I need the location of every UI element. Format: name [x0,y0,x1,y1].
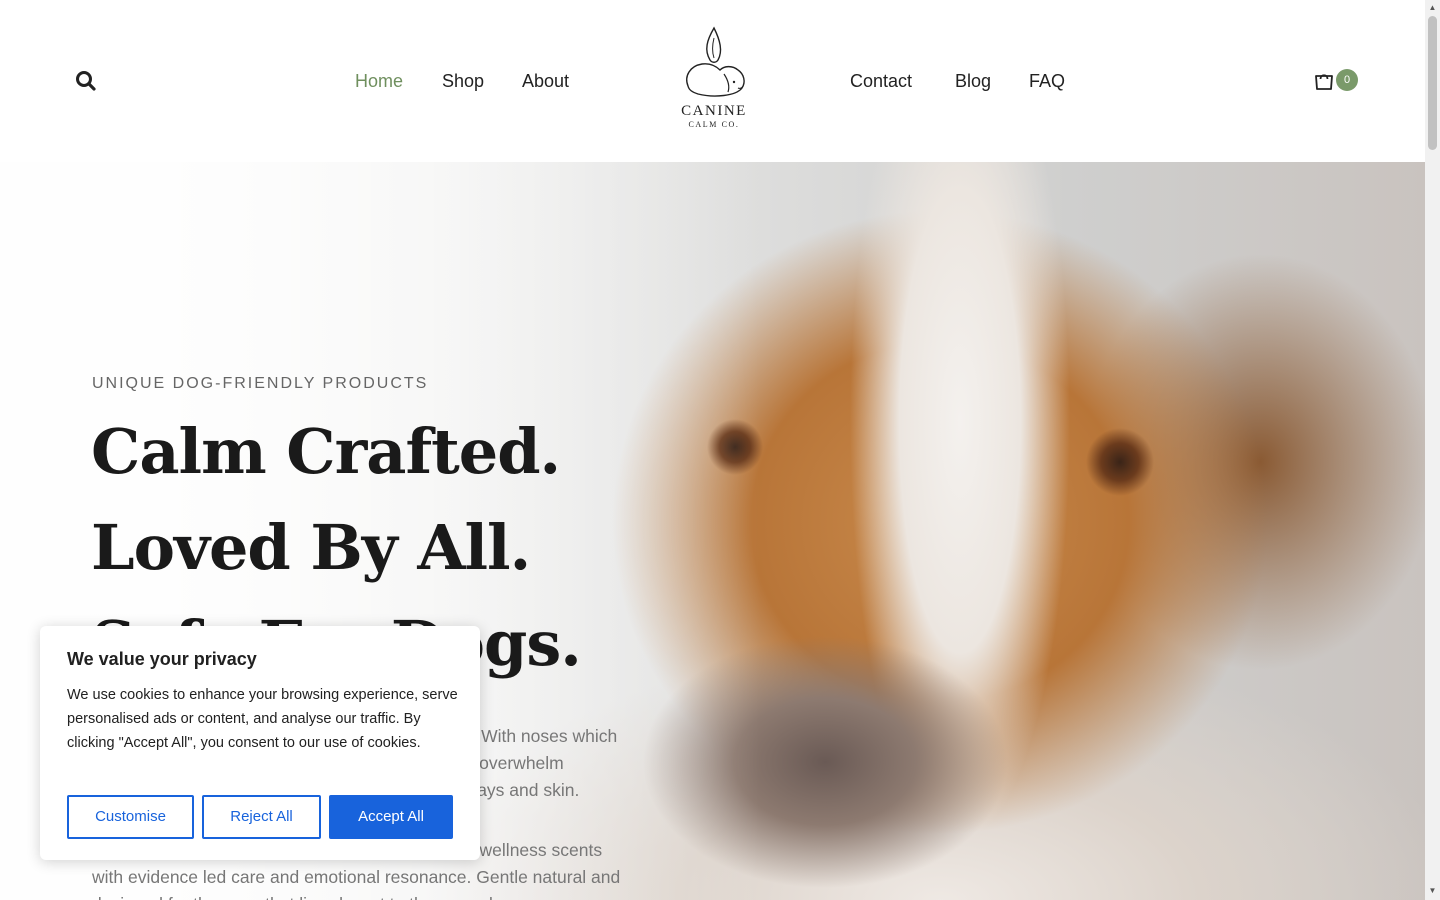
cart-count-badge: 0 [1336,69,1358,91]
logo-dog-candle-icon [686,26,745,97]
accept-all-button[interactable]: Accept All [329,795,453,839]
cart-button[interactable]: 0 [1313,68,1361,94]
cookie-banner-text: We use cookies to enhance your browsing … [67,687,458,751]
search-icon[interactable] [75,70,97,92]
logo-wordmark: CANINE [681,103,747,119]
nav-contact[interactable]: Contact [850,69,912,93]
hero-paragraph-2-line: with evidence led care and emotional res… [92,867,621,887]
page-scrollbar[interactable]: ▲ ▼ [1425,0,1440,900]
scrollbar-thumb[interactable] [1428,16,1437,150]
reject-all-button[interactable]: Reject All [202,795,321,839]
cookie-consent-banner: We value your privacy We use cookies to … [40,626,480,860]
nav-blog[interactable]: Blog [955,69,991,93]
customise-button[interactable]: Customise [67,795,194,839]
scroll-down-arrow-icon[interactable]: ▼ [1428,886,1437,895]
cookie-banner-title: We value your privacy [67,649,257,669]
nav-home[interactable]: Home [355,69,403,93]
hero-eyebrow: UNIQUE DOG-FRIENDLY PRODUCTS [92,375,429,392]
site-logo[interactable]: CANINE CALM CO. [674,24,754,132]
nav-shop[interactable]: Shop [442,69,484,93]
scroll-up-arrow-icon[interactable]: ▲ [1428,3,1437,12]
hero-headline-line-2: Loved By All. [91,511,531,584]
nav-faq[interactable]: FAQ [1029,69,1065,93]
logo-tagline: CALM CO. [688,120,740,129]
shopping-bag-icon [1315,74,1333,90]
site-header: Home Shop About CANINE CALM CO. Contact … [0,0,1425,162]
hero-headline-line-1: Calm Crafted. [91,415,561,488]
nav-about[interactable]: About [522,69,569,93]
hero-paragraph-2-line: designed for the ones that live closest … [92,891,692,900]
